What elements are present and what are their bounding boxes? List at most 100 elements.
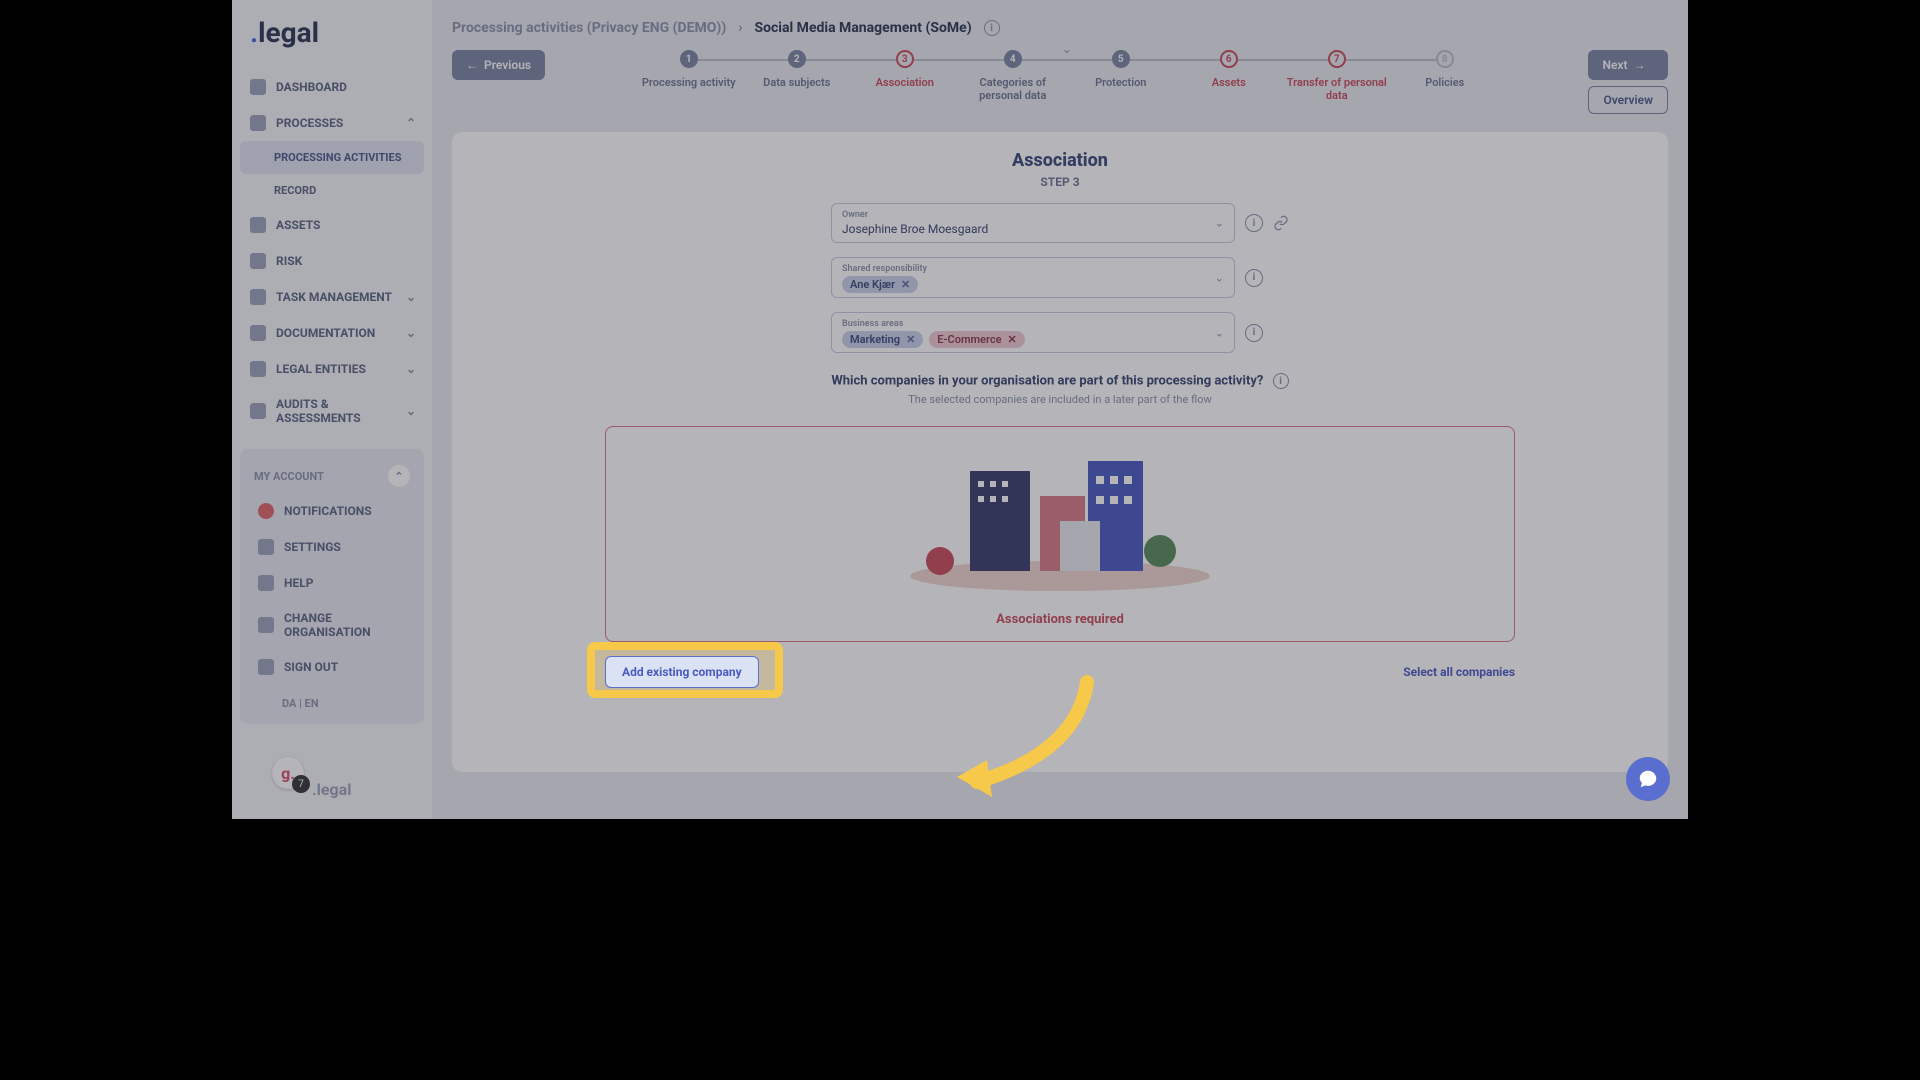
- chat-fab[interactable]: [1626, 757, 1670, 801]
- step-label: Protection: [1095, 76, 1146, 89]
- area-chip: Marketing ✕: [842, 331, 923, 348]
- nav-record[interactable]: RECORD: [232, 174, 432, 207]
- swap-icon: [258, 617, 274, 633]
- association-card: Association STEP 3 Owner Josephine Broe …: [452, 132, 1668, 772]
- remove-chip-icon[interactable]: ✕: [901, 278, 910, 291]
- processes-icon: [250, 115, 266, 131]
- dashboard-icon: [250, 79, 266, 95]
- nav-dashboard[interactable]: DASHBOARD: [232, 69, 432, 105]
- step-8[interactable]: 8Policies: [1391, 50, 1499, 89]
- nav-audits[interactable]: AUDITS & ASSESSMENTS⌄: [232, 387, 432, 435]
- remove-chip-icon[interactable]: ✕: [1008, 333, 1017, 346]
- brand-logo: .legal: [250, 16, 432, 49]
- nav-label: RECORD: [274, 184, 316, 197]
- chevron-down-icon: ⌄: [1215, 271, 1224, 284]
- bell-icon: [258, 503, 274, 519]
- nav-label: HELP: [284, 576, 313, 590]
- chevron-down-icon: ⌄: [1215, 217, 1224, 230]
- nav-label: LEGAL ENTITIES: [276, 362, 366, 376]
- nav-label: TASK MANAGEMENT: [276, 290, 392, 304]
- chip-text: E-Commerce: [937, 333, 1001, 346]
- chip-text: Marketing: [850, 333, 900, 346]
- nav-legal-entities[interactable]: LEGAL ENTITIES⌄: [232, 351, 432, 387]
- nav-label: RISK: [276, 254, 302, 268]
- nav-processing-activities[interactable]: PROCESSING ACTIVITIES: [240, 141, 424, 174]
- nav-notifications[interactable]: NOTIFICATIONS: [240, 493, 424, 529]
- buildings-illustration: [910, 441, 1210, 591]
- chevron-down-icon: ⌄: [1215, 326, 1224, 339]
- step-circle: 2: [788, 50, 806, 68]
- owner-value: Josephine Broe Moesgaard: [842, 220, 1224, 238]
- guide-count: 7: [292, 775, 310, 793]
- risk-icon: [250, 253, 266, 269]
- nav-task-management[interactable]: TASK MANAGEMENT ⌄: [232, 279, 432, 315]
- nav-label: ASSETS: [276, 218, 320, 232]
- info-icon[interactable]: i: [1245, 214, 1263, 232]
- language-switch[interactable]: DA | EN: [240, 685, 424, 710]
- legal-entities-icon: [250, 361, 266, 377]
- nav-label: AUDITS & ASSESSMENTS: [276, 397, 414, 425]
- link-icon[interactable]: [1273, 215, 1289, 231]
- chip-text: Ane Kjær: [850, 278, 895, 291]
- step-4[interactable]: 4Categories of personal data: [959, 50, 1067, 102]
- step-7[interactable]: 7Transfer of personal data: [1283, 50, 1391, 102]
- info-icon[interactable]: i: [1245, 269, 1263, 287]
- main-content: Processing activities (Privacy ENG (DEMO…: [432, 0, 1688, 819]
- nav-risk[interactable]: RISK: [232, 243, 432, 279]
- card-step-label: STEP 3: [488, 175, 1632, 189]
- nav-assets[interactable]: ASSETS: [232, 207, 432, 243]
- collapse-icon[interactable]: ⌃: [388, 465, 410, 487]
- overview-button[interactable]: Overview: [1588, 86, 1668, 114]
- add-existing-company-button[interactable]: Add existing company: [605, 656, 759, 688]
- step-6[interactable]: 6Assets: [1175, 50, 1283, 89]
- owner-select[interactable]: Owner Josephine Broe Moesgaard ⌄: [831, 203, 1235, 243]
- gear-icon: [258, 539, 274, 555]
- step-3[interactable]: 3Association: [851, 50, 959, 89]
- nav-settings[interactable]: SETTINGS: [240, 529, 424, 565]
- card-title: Association: [488, 150, 1632, 171]
- documentation-icon: [250, 325, 266, 341]
- nav-sign-out[interactable]: SIGN OUT: [240, 649, 424, 685]
- step-label: Data subjects: [763, 76, 830, 89]
- task-icon: [250, 289, 266, 305]
- step-circle: 4: [1004, 50, 1022, 68]
- business-areas-select[interactable]: Business areas Marketing ✕ E-Commerce ✕ ⌄: [831, 312, 1235, 353]
- nav-change-org[interactable]: CHANGE ORGANISATION: [240, 601, 424, 649]
- breadcrumb: Processing activities (Privacy ENG (DEMO…: [452, 20, 1668, 36]
- audits-icon: [250, 403, 266, 419]
- areas-label: Business areas: [842, 319, 1224, 329]
- breadcrumb-current: Social Media Management (SoMe): [754, 20, 971, 36]
- next-label: Next: [1602, 58, 1627, 72]
- info-icon[interactable]: i: [984, 20, 1000, 36]
- previous-button[interactable]: ← Previous: [452, 50, 545, 80]
- step-2[interactable]: 2 Data subjects: [743, 50, 851, 89]
- step-label: Assets: [1212, 76, 1246, 89]
- shared-responsibility-select[interactable]: Shared responsibility Ane Kjær ✕ ⌄: [831, 257, 1235, 298]
- my-account-title: MY ACCOUNT: [254, 470, 324, 483]
- previous-label: Previous: [484, 58, 531, 72]
- chevron-up-icon: ⌃: [406, 116, 416, 130]
- chevron-down-icon: ⌄: [406, 290, 416, 304]
- info-icon[interactable]: i: [1245, 324, 1263, 342]
- next-button[interactable]: Next →: [1588, 50, 1668, 80]
- breadcrumb-parent[interactable]: Processing activities (Privacy ENG (DEMO…: [452, 20, 726, 36]
- nav-label: NOTIFICATIONS: [284, 504, 372, 518]
- nav-label: DASHBOARD: [276, 80, 347, 94]
- shared-label: Shared responsibility: [842, 264, 1224, 274]
- chevron-right-icon: ›: [738, 20, 742, 36]
- step-1[interactable]: 1Processing activity: [635, 50, 743, 89]
- select-all-companies-link[interactable]: Select all companies: [1403, 665, 1515, 679]
- sign-out-icon: [258, 659, 274, 675]
- nav-help[interactable]: HELP: [240, 565, 424, 601]
- nav-documentation[interactable]: DOCUMENTATION⌄: [232, 315, 432, 351]
- nav-processes[interactable]: PROCESSES⌃: [232, 105, 432, 141]
- info-icon[interactable]: i: [1273, 373, 1289, 389]
- my-account-panel: MY ACCOUNT⌃ NOTIFICATIONS SETTINGS HELP …: [240, 449, 424, 724]
- step-label: Association: [876, 76, 934, 89]
- remove-chip-icon[interactable]: ✕: [906, 333, 915, 346]
- step-5[interactable]: 5Protection: [1067, 50, 1175, 89]
- step-circle: 8: [1436, 50, 1454, 68]
- step-circle: 1: [680, 50, 698, 68]
- nav-label: CHANGE ORGANISATION: [284, 611, 406, 639]
- associations-empty-box: Associations required: [605, 426, 1515, 642]
